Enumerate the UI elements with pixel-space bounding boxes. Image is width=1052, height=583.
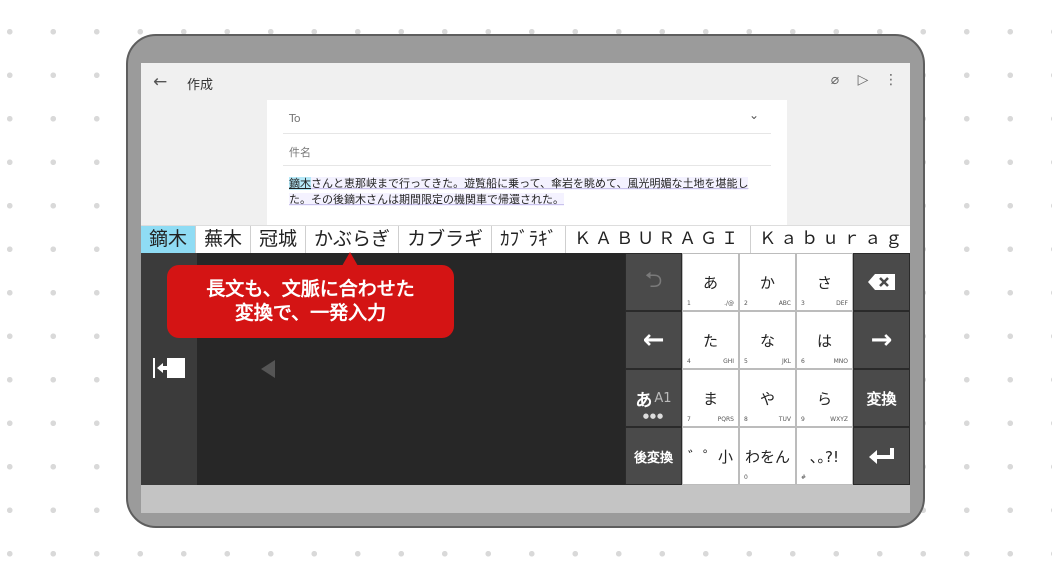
key-ha[interactable]: は 6 MNO [796,311,853,369]
key-number: 1 [687,300,691,307]
key-label: さ [816,273,832,292]
key-wa[interactable]: わをん 0 [739,427,796,485]
subject-label: 件名 [289,146,311,159]
compose-card: To ⌄ 件名 鏑木さんと恵那峡まで行ってきた。遊覧船に乗って、傘岩を眺めて、風… [267,100,787,230]
key-sub: ./@ [724,300,734,307]
candidate-bar: 鏑木 蕪木 冠城 かぶらぎ カブラギ ｶﾌﾞﾗｷﾞ ＫＡＢＵＲＡＧＩ Ｋａｂｕｒ… [141,225,910,254]
undo-icon: ⮌ [644,268,663,293]
key-number: 6 [801,358,805,365]
undo-key[interactable]: ⮌ [625,253,682,311]
mode-sub-label: A1 [654,390,672,406]
backspace-icon [867,274,895,290]
attach-icon[interactable]: ⌀ [826,72,844,88]
candidate-item[interactable]: ｶﾌﾞﾗｷﾞ [492,226,567,254]
subject-field[interactable]: 件名 [283,134,771,166]
key-number: 0 [744,474,748,481]
left-arrow-key[interactable]: ← [625,311,682,369]
key-number: # [801,474,807,481]
left-arrow-icon: ← [642,325,665,355]
candidate-item[interactable]: ＫＡＢＵＲＡＧＩ [566,226,752,254]
backspace-key[interactable] [853,253,910,311]
candidate-item[interactable]: 蕪木 [196,226,252,254]
key-label: ま [702,389,718,408]
body-text: さんと恵那峡まで行ってきた。遊覧船に乗って、傘岩を眺めて、風光明媚な土地を堪能し… [289,177,749,206]
more-icon[interactable]: ⋮ [882,72,900,88]
callout-line-2: 変換で、一発入力 [234,302,387,324]
input-mode-key[interactable]: あ A1 ●●● [625,369,682,427]
key-dakuten[interactable]: ゛゜小 [682,427,739,485]
body-field[interactable]: 鏑木さんと恵那峡まで行ってきた。遊覧船に乗って、傘岩を眺めて、風光明媚な土地を堪… [289,176,767,208]
key-ta[interactable]: た 4 GHI [682,311,739,369]
key-na[interactable]: な 5 JKL [739,311,796,369]
key-label: わをん [744,447,790,466]
key-ra[interactable]: ら 9 WXYZ [796,369,853,427]
right-arrow-icon: → [870,325,893,355]
gohenkan-key[interactable]: 後変換 [625,427,682,485]
enter-icon [868,448,894,464]
candidate-item[interactable]: 冠城 [251,226,307,254]
gohenkan-label: 後変換 [633,450,673,466]
to-field[interactable]: To ⌄ [283,102,771,134]
callout-line-1: 長文も、文脈に合わせた [206,278,415,300]
key-label: あ [702,273,718,292]
chevron-down-icon[interactable]: ⌄ [749,108,759,122]
key-ya[interactable]: や 8 TUV [739,369,796,427]
key-grid: ⮌ あ 1 ./@ か 2 ABC さ 3 DEF ← た 4 GHI な 5 JKL は 6 MNO … [625,253,910,485]
key-ka[interactable]: か 2 ABC [739,253,796,311]
key-label: な [759,331,775,350]
right-arrow-key[interactable]: → [853,311,910,369]
key-label: や [759,389,775,408]
compose-area: To ⌄ 件名 鏑木さんと恵那峡まで行ってきた。遊覧船に乗って、傘岩を眺めて、風… [141,100,910,230]
key-punct[interactable]: ､｡?! # [796,427,853,485]
henkan-key[interactable]: 変換 [853,369,910,427]
key-label: ら [816,389,832,408]
key-sub: MNO [833,358,848,365]
appbar-actions: ⌀ ▷ ⋮ [826,72,900,88]
henkan-label: 変換 [866,389,897,408]
key-number: 8 [744,416,748,423]
mode-main-label: あ [635,390,653,411]
key-number: 2 [744,300,748,307]
candidate-item[interactable]: 鏑木 [141,226,197,254]
key-number: 3 [801,300,805,307]
back-arrow-icon[interactable]: ← [153,72,167,92]
key-sub: PQRS [717,416,734,423]
key-number: 4 [687,358,691,365]
navigation-strip [141,485,910,513]
key-sa[interactable]: さ 3 DEF [796,253,853,311]
key-ma[interactable]: ま 7 PQRS [682,369,739,427]
key-number: 5 [744,358,748,365]
key-sub: TUV [778,416,791,423]
key-label: か [759,273,775,292]
candidate-item[interactable]: カブラギ [399,226,493,254]
key-sub: ABC [778,300,791,307]
move-cursor-icon[interactable] [150,355,188,381]
key-number: 9 [801,416,805,423]
enter-key[interactable] [853,427,910,485]
key-sub: JKL [781,358,791,365]
callout-banner: 長文も、文脈に合わせた 変換で、一発入力 [167,265,454,338]
to-label: To [289,112,301,125]
key-a[interactable]: あ 1 ./@ [682,253,739,311]
page-title: 作成 [187,78,214,93]
key-sub: DEF [836,300,848,307]
candidate-item[interactable]: Ｋａｂｕｒａｇ [751,226,910,254]
send-icon[interactable]: ▷ [854,72,872,88]
callout-tail [342,252,358,266]
candidate-item[interactable]: かぶらぎ [306,226,400,254]
key-sub: GHI [723,358,734,365]
key-label: た [702,331,718,350]
body-highlight-word: 鏑木 [289,177,311,190]
key-label: は [816,331,832,350]
key-number: 7 [687,416,691,423]
key-label: ゛゜小 [687,447,733,466]
key-label: ､｡?! [810,447,839,466]
scroll-left-icon[interactable] [261,360,275,378]
mode-dots: ●●● [642,412,665,420]
key-sub: WXYZ [830,416,848,423]
